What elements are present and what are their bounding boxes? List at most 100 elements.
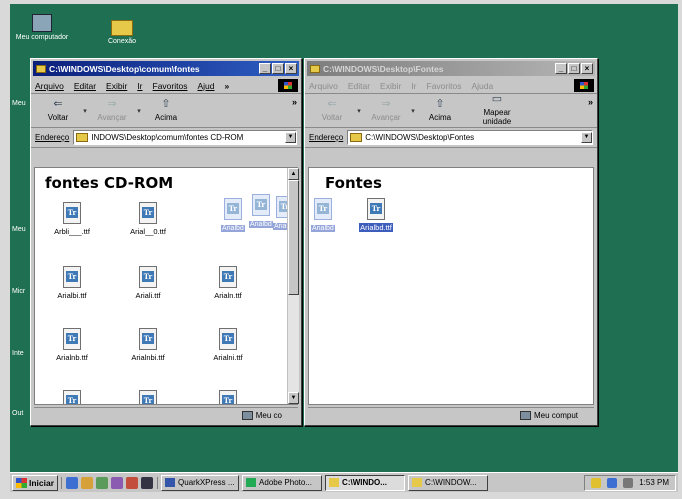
file-item[interactable]: [121, 390, 175, 404]
title-bar[interactable]: C:\WINDOWS\Desktop\Fontes _ □ ×: [307, 61, 595, 76]
maximize-button[interactable]: □: [568, 63, 580, 74]
file-item[interactable]: Arialbi.ttf: [45, 266, 99, 300]
up-folder-icon: ⇧: [435, 97, 445, 110]
desktop-icon-label-partial[interactable]: Out: [12, 410, 23, 417]
file-item[interactable]: Arialnb.ttf: [45, 328, 99, 362]
desktop-icon-label-partial[interactable]: Inte: [12, 350, 24, 357]
menu-exibir[interactable]: Exibir: [380, 81, 401, 91]
start-button[interactable]: Iniciar: [12, 474, 59, 491]
address-dropdown-icon[interactable]: ▼: [285, 132, 296, 143]
close-button[interactable]: ×: [581, 63, 593, 74]
file-item[interactable]: Ariali.ttf: [121, 266, 175, 300]
forward-button[interactable]: ⇒ Avançar: [365, 98, 407, 122]
explorer-window-fontes[interactable]: C:\WINDOWS\Desktop\Fontes _ □ × Arquivo …: [304, 58, 598, 426]
desktop-icon[interactable]: [96, 476, 109, 489]
menu-editar[interactable]: Editar: [74, 81, 96, 91]
explorer-window-fontes-cdrom[interactable]: C:\WINDOWS\Desktop\comum\fontes _ □ × Ar…: [30, 58, 302, 426]
map-drive-button[interactable]: ▭ Mapear unidade: [469, 94, 525, 127]
back-label: Voltar: [321, 112, 343, 122]
address-dropdown-icon[interactable]: ▼: [581, 132, 592, 143]
file-item[interactable]: Arbli___.ttf: [45, 202, 99, 236]
forward-button[interactable]: ⇒ Avançar: [91, 98, 133, 122]
desktop-icon-label-partial[interactable]: Meu: [12, 100, 26, 107]
task-label: C:\WINDOW...: [425, 478, 477, 487]
vertical-scrollbar[interactable]: ▲ ▼: [287, 168, 299, 404]
close-button[interactable]: ×: [285, 63, 297, 74]
up-button[interactable]: ⇧ Acima: [145, 97, 187, 122]
file-item[interactable]: Arialni.ttf: [201, 328, 255, 362]
menu-arquivo[interactable]: Arquivo: [309, 81, 338, 91]
task-explorer[interactable]: C:\WINDOW...: [408, 474, 489, 491]
menu-editar[interactable]: Editar: [348, 81, 370, 91]
back-button[interactable]: ⇐ Voltar: [311, 98, 353, 122]
file-item[interactable]: [201, 390, 255, 404]
back-button[interactable]: ⇐ Voltar: [37, 98, 79, 122]
file-label: Ariali.ttf: [135, 291, 161, 300]
network-icon[interactable]: [607, 477, 618, 488]
forward-dropdown-icon[interactable]: ▾: [133, 107, 145, 115]
channel-icon[interactable]: [111, 476, 124, 489]
menu-ir[interactable]: Ir: [411, 81, 416, 91]
menu-favoritos[interactable]: Favoritos: [153, 81, 188, 91]
menu-overflow-icon[interactable]: »: [225, 81, 230, 91]
folder-icon: [329, 478, 340, 487]
menu-ajuda[interactable]: Ajuda: [471, 81, 493, 91]
scrollbar-thumb[interactable]: [288, 180, 299, 295]
task-photoshop[interactable]: Adobe Photo...: [242, 474, 323, 491]
address-label: Endereço: [35, 133, 70, 142]
menu-ajuda[interactable]: Ajud: [197, 81, 214, 91]
task-quarkxpress[interactable]: QuarkXPress ...: [161, 474, 240, 491]
tray-app-icon[interactable]: [623, 477, 634, 488]
folder-content[interactable]: Fontes Arialbd Arialbd.ttf: [308, 167, 594, 405]
maximize-button[interactable]: □: [272, 63, 284, 74]
menu-arquivo[interactable]: Arquivo: [35, 81, 64, 91]
up-folder-icon: ⇧: [161, 97, 171, 110]
truetype-font-icon: [139, 390, 157, 404]
file-label: Arialnb.ttf: [56, 353, 88, 362]
folder-content[interactable]: fontes CD-ROM Arbli___.ttf Arial__0.ttf …: [34, 167, 298, 405]
toolbar-overflow-icon[interactable]: »: [292, 97, 297, 107]
scroll-down-icon[interactable]: ▼: [288, 392, 299, 404]
address-field[interactable]: C:\WINDOWS\Desktop\Fontes ▼: [347, 130, 593, 145]
desktop-icon-my-computer[interactable]: Meu computador: [14, 14, 70, 41]
scroll-up-icon[interactable]: ▲: [288, 168, 299, 180]
photoshop-icon: [246, 478, 257, 487]
file-item[interactable]: Arialnbi.ttf: [121, 328, 175, 362]
speaker-icon[interactable]: [591, 477, 602, 488]
truetype-font-icon: [219, 390, 237, 404]
task-label: QuarkXPress ...: [178, 478, 235, 487]
desktop-icon-label-partial[interactable]: Micr: [12, 288, 25, 295]
dragged-file-item[interactable]: Arialbd.ttf: [349, 198, 403, 232]
windows-logo-icon: [574, 79, 594, 92]
folder-icon: [111, 20, 133, 36]
title-bar[interactable]: C:\WINDOWS\Desktop\comum\fontes _ □ ×: [33, 61, 299, 76]
menu-favoritos[interactable]: Favoritos: [427, 81, 462, 91]
minimize-button[interactable]: _: [259, 63, 271, 74]
address-field[interactable]: INDOWS\Desktop\comum\fontes CD-ROM ▼: [73, 130, 297, 145]
browser-icon[interactable]: [66, 476, 79, 489]
app-icon[interactable]: [126, 476, 139, 489]
file-item[interactable]: [45, 390, 99, 404]
back-dropdown-icon[interactable]: ▾: [79, 107, 91, 115]
up-label: Acima: [154, 112, 178, 122]
menu-exibir[interactable]: Exibir: [106, 81, 127, 91]
desktop-icon-label-partial[interactable]: Meu: [12, 226, 26, 233]
clock[interactable]: 1:53 PM: [639, 478, 669, 487]
outlook-icon[interactable]: [81, 476, 94, 489]
forward-label: Avançar: [371, 112, 401, 122]
truetype-font-icon: [63, 328, 81, 350]
desktop-icon-connection[interactable]: Conexão: [102, 20, 142, 45]
toolbar-overflow-icon[interactable]: »: [588, 97, 593, 107]
file-item[interactable]: Arial__0.ttf: [121, 202, 175, 236]
file-item[interactable]: Arialn.ttf: [201, 266, 255, 300]
windows-logo-icon: [278, 79, 298, 92]
back-dropdown-icon[interactable]: ▾: [353, 107, 365, 115]
window-title: C:\WINDOWS\Desktop\comum\fontes: [49, 63, 200, 74]
up-button[interactable]: ⇧ Acima: [419, 97, 461, 122]
app-icon[interactable]: [141, 476, 154, 489]
forward-dropdown-icon[interactable]: ▾: [407, 107, 419, 115]
minimize-button[interactable]: _: [555, 63, 567, 74]
task-explorer-active[interactable]: C:\WINDO...: [325, 474, 406, 491]
menu-ir[interactable]: Ir: [137, 81, 142, 91]
file-label: Arialnbi.ttf: [131, 353, 165, 362]
